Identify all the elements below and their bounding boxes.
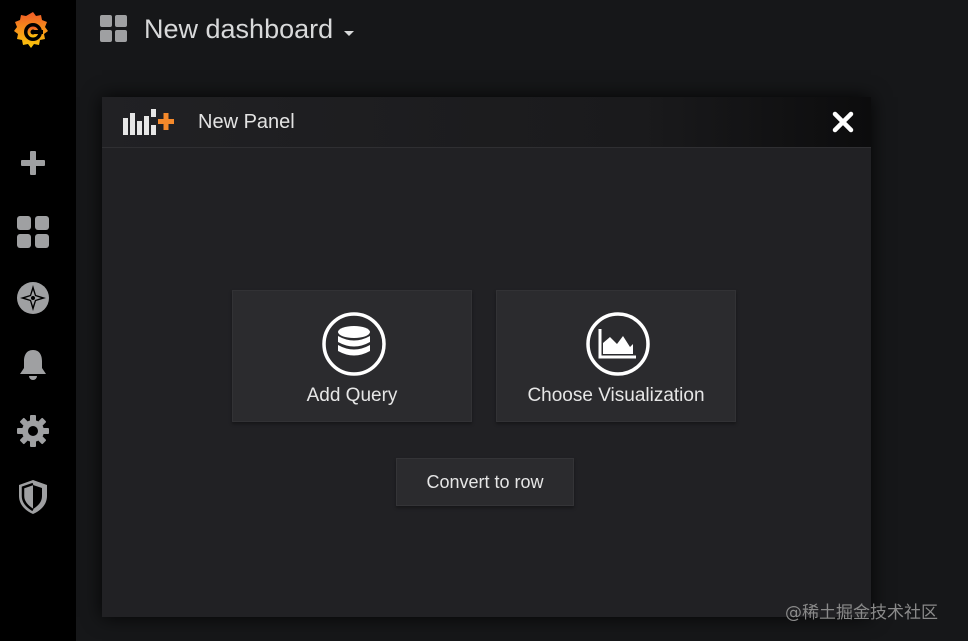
- dashboards-icon[interactable]: [0, 212, 66, 252]
- close-icon[interactable]: [832, 111, 854, 133]
- choose-visualization-button[interactable]: Choose Visualization: [496, 290, 736, 422]
- chevron-down-icon[interactable]: [344, 31, 354, 36]
- add-panel-icon: [123, 109, 174, 135]
- app-root: New dashboard New Panel Add Query Choose…: [0, 0, 968, 641]
- bell-icon[interactable]: [0, 345, 66, 385]
- panel-title: New Panel: [198, 111, 295, 133]
- grafana-logo-icon[interactable]: [0, 10, 66, 52]
- add-query-button[interactable]: Add Query: [232, 290, 472, 422]
- convert-to-row-button[interactable]: Convert to row: [396, 458, 574, 506]
- choose-visualization-label: Choose Visualization: [527, 385, 705, 406]
- panel-header: New Panel: [102, 97, 871, 148]
- plus-icon[interactable]: [0, 143, 66, 183]
- new-panel: New Panel Add Query Choose Visualization: [102, 97, 871, 617]
- dashboard-title[interactable]: New dashboard: [144, 14, 333, 45]
- add-query-label: Add Query: [306, 385, 398, 406]
- sidebar: [0, 0, 76, 641]
- database-icon: [322, 312, 386, 376]
- explore-compass-icon[interactable]: [0, 278, 66, 318]
- gear-icon[interactable]: [0, 411, 66, 451]
- dashboard-header: New dashboard: [76, 0, 968, 62]
- area-chart-icon: [586, 312, 650, 376]
- watermark: @稀土掘金技术社区: [785, 603, 938, 623]
- dashboard-grid-icon: [100, 15, 127, 42]
- shield-icon[interactable]: [0, 477, 66, 517]
